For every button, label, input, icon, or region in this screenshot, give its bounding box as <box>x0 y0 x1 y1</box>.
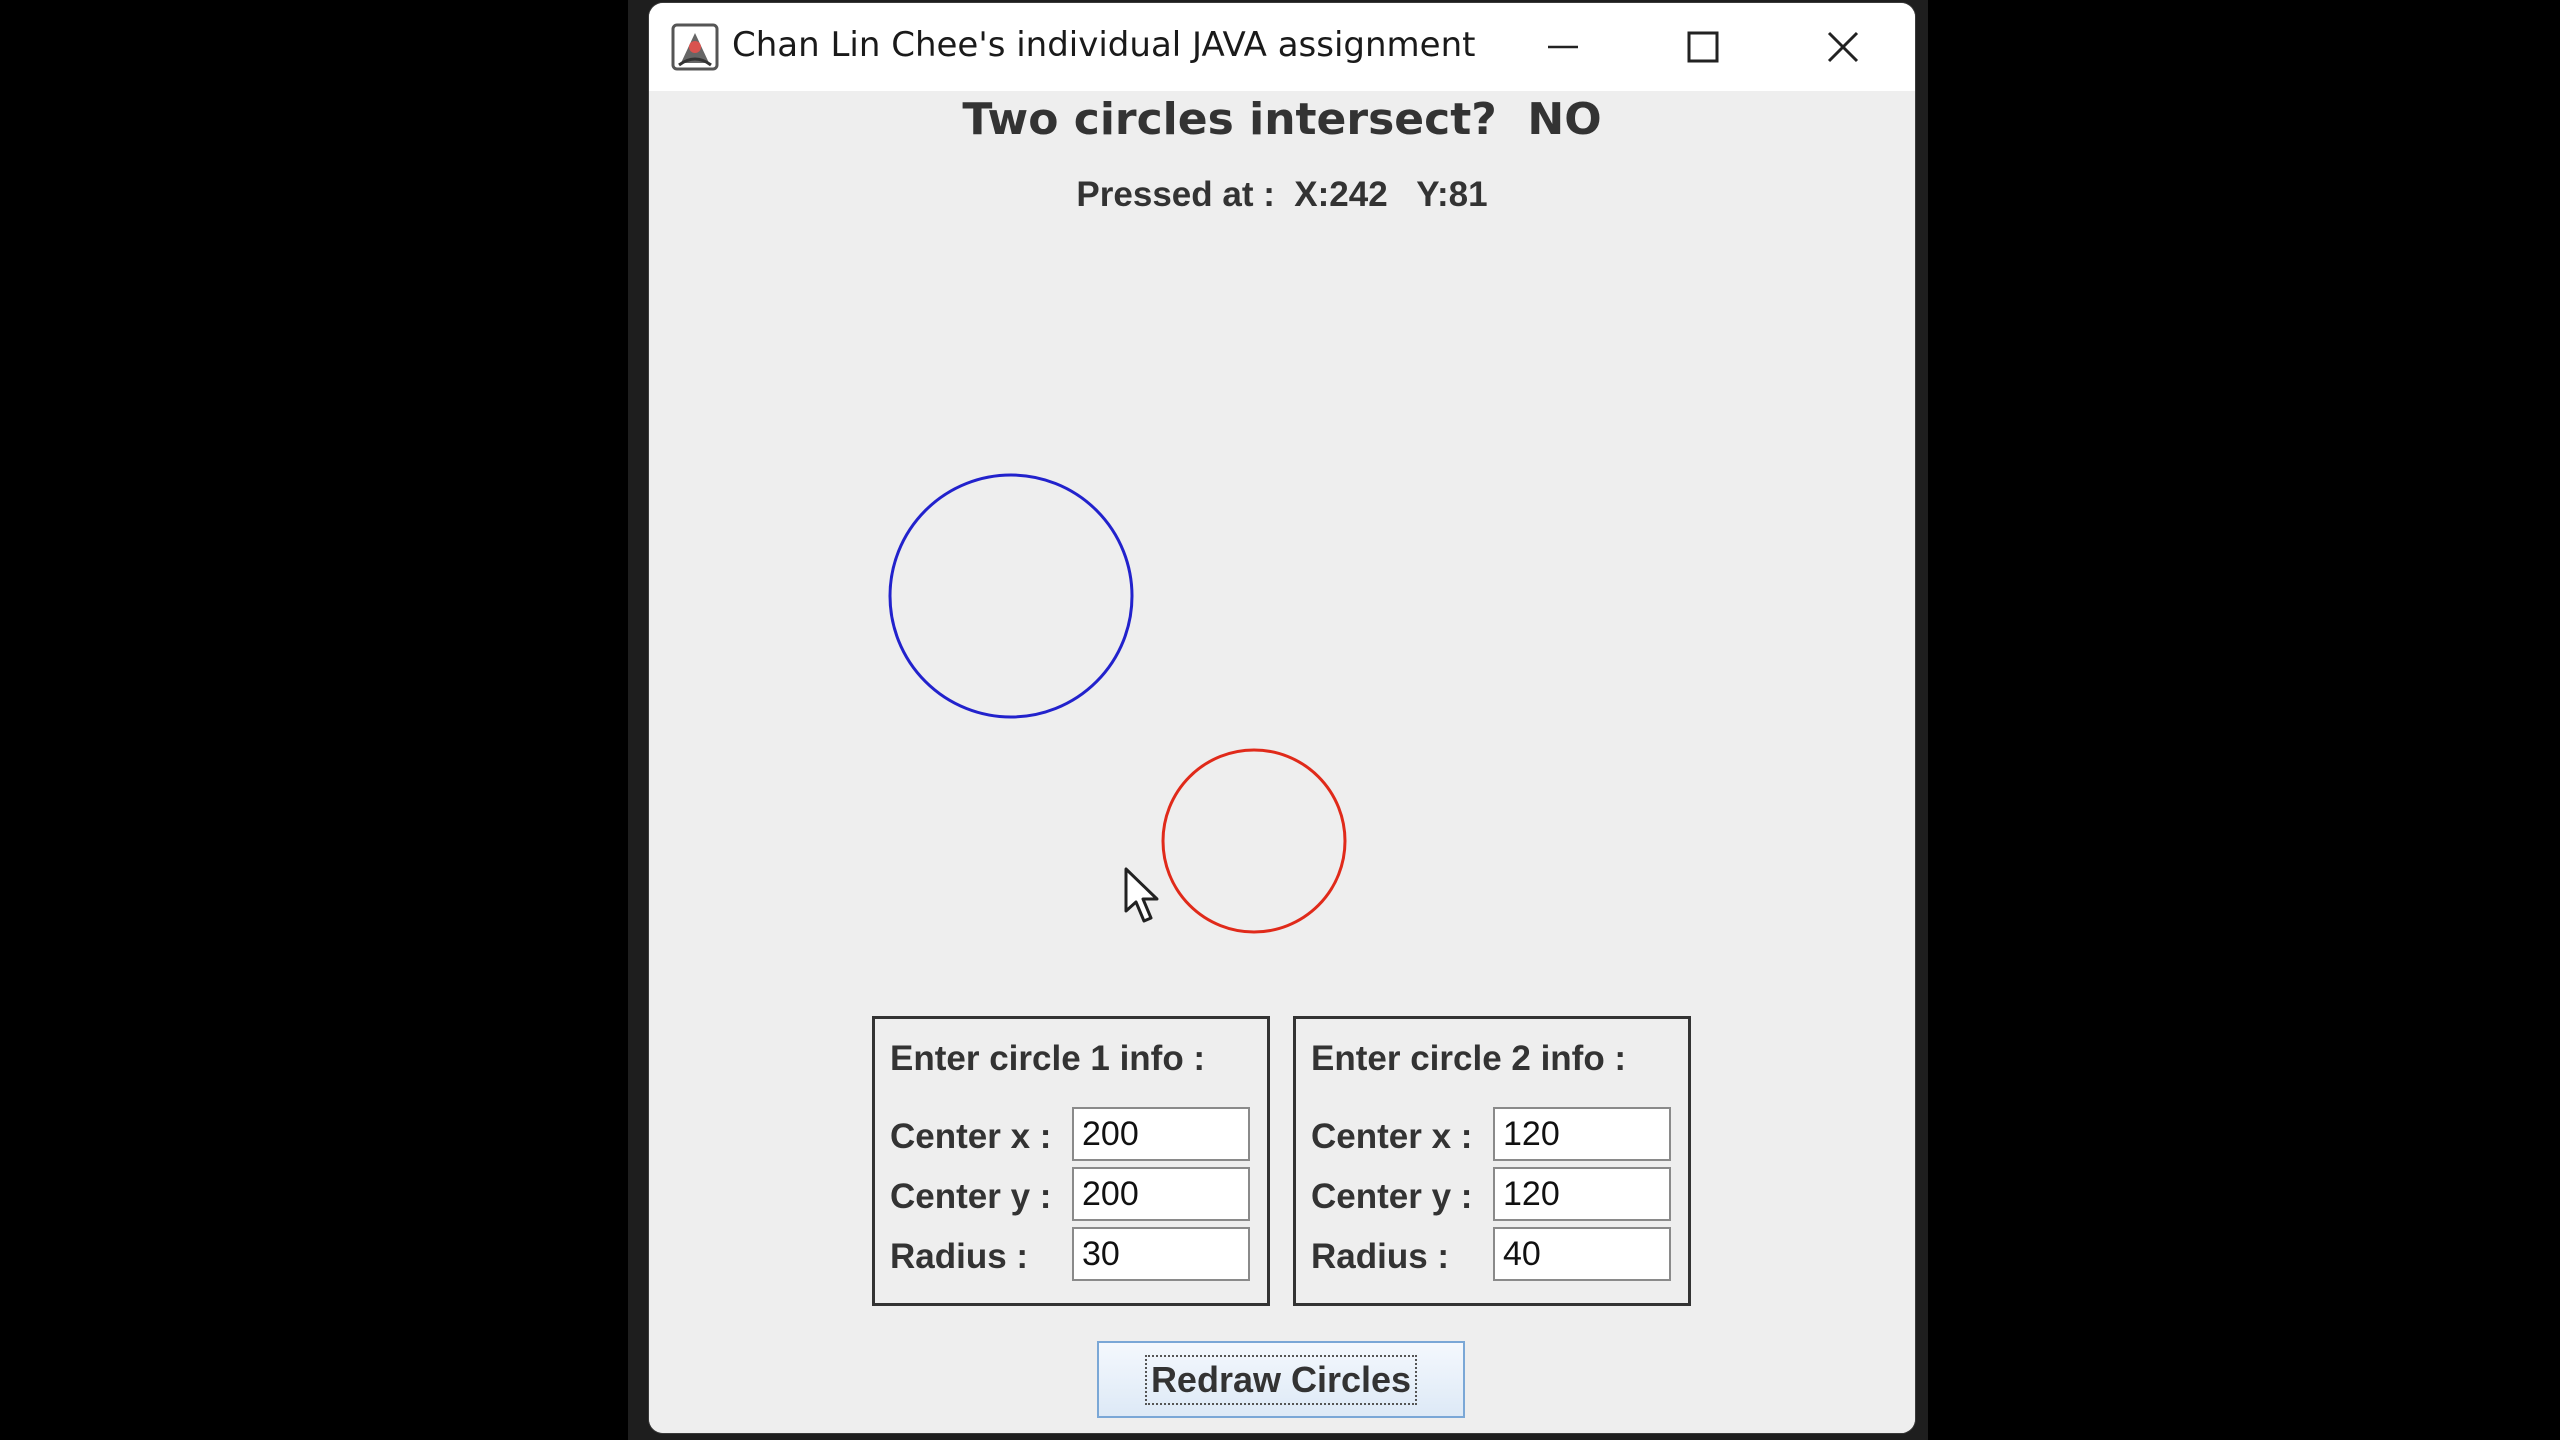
circle-1-center-x-input[interactable] <box>1072 1107 1250 1161</box>
window-title: Chan Lin Chee's individual JAVA assignme… <box>732 25 1476 65</box>
minimize-button[interactable] <box>1493 3 1633 91</box>
panel-title: Enter circle 2 info : <box>1311 1039 1627 1078</box>
intersect-status-heading: Two circles intersect? NO <box>962 94 1602 145</box>
center-y-label: Center y : <box>1311 1177 1473 1216</box>
pressed-coordinates: Pressed at : X:242 Y:81 <box>1076 175 1488 214</box>
mouse-cursor-icon <box>1124 867 1159 923</box>
maximize-button[interactable] <box>1633 3 1773 91</box>
close-icon <box>1827 31 1859 63</box>
content-area: Two circles intersect? NO Pressed at : X… <box>649 91 1915 1433</box>
center-x-label: Center x : <box>1311 1117 1473 1156</box>
close-button[interactable] <box>1773 3 1913 91</box>
redraw-button-label: Redraw Circles <box>1144 1354 1418 1405</box>
circle-1-panel: Enter circle 1 info : Center x : Center … <box>872 1016 1270 1306</box>
maximize-icon <box>1687 31 1719 63</box>
circle-1-radius-input[interactable] <box>1072 1227 1250 1281</box>
radius-label: Radius : <box>890 1237 1029 1276</box>
drawing-canvas[interactable] <box>649 231 1915 1081</box>
circle-2 <box>1161 748 1347 934</box>
center-x-label: Center x : <box>890 1117 1052 1156</box>
title-bar[interactable]: Chan Lin Chee's individual JAVA assignme… <box>649 3 1915 91</box>
app-window: Chan Lin Chee's individual JAVA assignme… <box>649 3 1915 1433</box>
java-app-icon <box>671 23 719 71</box>
panel-title: Enter circle 1 info : <box>890 1039 1206 1078</box>
circle-2-center-y-input[interactable] <box>1493 1167 1671 1221</box>
circle-1-center-y-input[interactable] <box>1072 1167 1250 1221</box>
minimize-icon <box>1548 45 1578 49</box>
circle-1 <box>888 473 1134 719</box>
center-y-label: Center y : <box>890 1177 1052 1216</box>
circle-2-center-x-input[interactable] <box>1493 1107 1671 1161</box>
redraw-circles-button[interactable]: Redraw Circles <box>1097 1341 1465 1418</box>
circle-2-radius-input[interactable] <box>1493 1227 1671 1281</box>
circle-2-panel: Enter circle 2 info : Center x : Center … <box>1293 1016 1691 1306</box>
radius-label: Radius : <box>1311 1237 1450 1276</box>
